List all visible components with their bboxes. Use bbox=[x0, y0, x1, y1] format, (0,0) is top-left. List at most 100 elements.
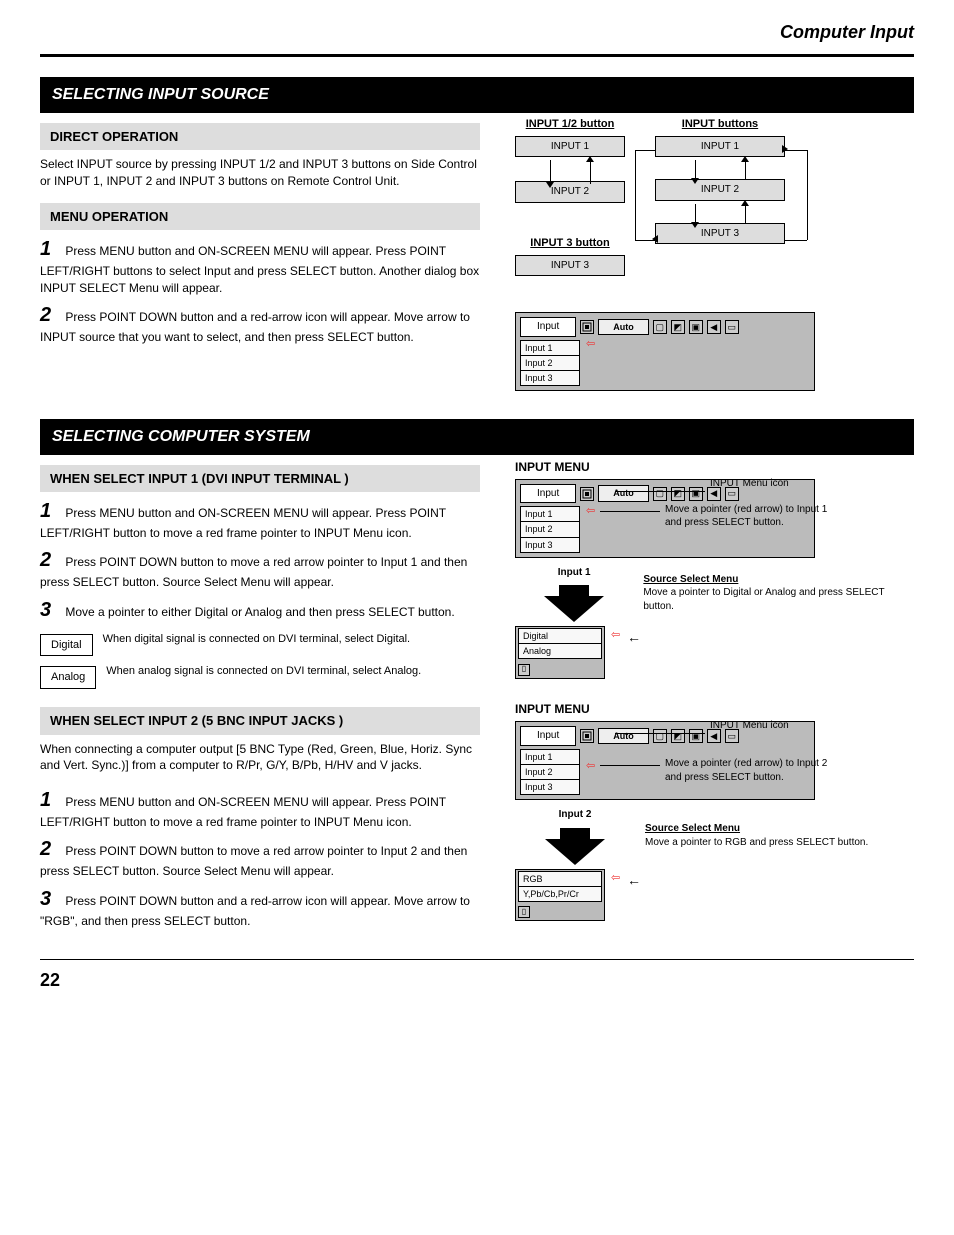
flow-col1-title: INPUT 1/2 button bbox=[515, 117, 625, 132]
sub-menu-operation: MENU OPERATION bbox=[40, 203, 480, 231]
bnc-step-3-num: 3 bbox=[40, 886, 62, 913]
menu-item-input3[interactable]: Input 3 bbox=[520, 370, 580, 386]
dvi-step-2: 2 Press POINT DOWN button to move a red … bbox=[40, 547, 485, 590]
source-digital-callout: Move a pointer to Digital or Analog and … bbox=[643, 586, 914, 613]
callout-move-pointer-input2: Move a pointer (red arrow) to Input 2 an… bbox=[665, 757, 835, 784]
icon-square[interactable]: ▢ bbox=[653, 320, 667, 334]
dvi-icon-adjust[interactable]: ◩ bbox=[671, 487, 685, 501]
bnc-step-1-text: Press MENU button and ON-SCREEN MENU wil… bbox=[40, 795, 446, 829]
direct-operation-body: Select INPUT source by pressing INPUT 1/… bbox=[40, 156, 485, 188]
arrow-caption-input1: Input 1 bbox=[515, 566, 633, 580]
header-rule bbox=[40, 54, 914, 57]
bnc-menu-item-input1[interactable]: Input 1 bbox=[520, 749, 580, 765]
bnc-menu-item-input3[interactable]: Input 3 bbox=[520, 779, 580, 795]
flow2-box-input2: INPUT 2 bbox=[655, 179, 785, 201]
source-select-popup-rgb: RGB Y,Pb/Cb,Pr/Cr ▯ bbox=[515, 869, 605, 922]
bnc-red-arrow-icon: ⇦ bbox=[586, 759, 595, 774]
dvi-icon-info[interactable] bbox=[580, 487, 594, 501]
menu-step-1: 1 Press MENU button and ON-SCREEN MENU w… bbox=[40, 236, 485, 295]
menu-item-input2[interactable]: Input 2 bbox=[520, 355, 580, 371]
bnc-step-2: 2 Press POINT DOWN button to move a red … bbox=[40, 836, 485, 879]
sub-5bnc: WHEN SELECT INPUT 2 (5 BNC INPUT JACKS ) bbox=[40, 707, 480, 735]
analog-box-label: Analog bbox=[40, 666, 96, 689]
bnc-step-2-num: 2 bbox=[40, 836, 62, 863]
dvi-step-3-num: 3 bbox=[40, 597, 62, 624]
dvi-red-arrow-icon: ⇦ bbox=[586, 504, 595, 519]
icon-tool[interactable]: ▣ bbox=[689, 320, 703, 334]
dvi-icon-tool[interactable]: ▣ bbox=[689, 487, 703, 501]
bnc-menu-item-input2[interactable]: Input 2 bbox=[520, 764, 580, 780]
bnc-step-3: 3 Press POINT DOWN button and a red-arro… bbox=[40, 886, 485, 929]
icon-info[interactable] bbox=[580, 320, 594, 334]
callout-input-menu-icon-2: INPUT Menu icon bbox=[710, 719, 850, 733]
flow-box-input3-single: INPUT 3 bbox=[515, 255, 625, 277]
section-selecting-computer-system: SELECTING COMPUTER SYSTEM bbox=[40, 419, 914, 455]
arrow-left-icon-2: ← bbox=[627, 871, 641, 890]
bnc-step-2-text: Press POINT DOWN button to move a red ar… bbox=[40, 844, 467, 878]
arrow-left-icon: ← bbox=[627, 628, 641, 647]
menu-item-input1[interactable]: Input 1 bbox=[520, 340, 580, 356]
bnc-icon-info[interactable] bbox=[580, 729, 594, 743]
flow2-box-input1: INPUT 1 bbox=[655, 136, 785, 158]
bnc-icon-tool[interactable]: ▣ bbox=[689, 729, 703, 743]
flow-box-input2: INPUT 2 bbox=[515, 181, 625, 203]
analog-desc: When analog signal is connected on DVI t… bbox=[106, 664, 421, 679]
red-arrow-digital: ⇦ bbox=[611, 628, 620, 643]
dvi-menu-input-label: Input bbox=[520, 484, 576, 504]
dvi-menu-item-input1[interactable]: Input 1 bbox=[520, 506, 580, 522]
quit-icon[interactable]: ▯ bbox=[518, 664, 530, 676]
page-number: 22 bbox=[40, 970, 60, 990]
dvi-menu-item-input2[interactable]: Input 2 bbox=[520, 521, 580, 537]
footer-rule bbox=[40, 959, 914, 960]
popup-item-ypbcb[interactable]: Y,Pb/Cb,Pr/Cr bbox=[518, 886, 602, 902]
sub-direct-operation: DIRECT OPERATION bbox=[40, 123, 480, 151]
dvi-menu-auto[interactable]: Auto bbox=[598, 485, 649, 501]
bnc-intro: When connecting a computer output [5 BNC… bbox=[40, 741, 485, 773]
input-flow-diagram: INPUT 1/2 button INPUT 1 INPUT 2 INPUT 3… bbox=[515, 117, 914, 298]
popup-item-digital[interactable]: Digital bbox=[518, 628, 602, 644]
input-menu-panel: Input Auto ▢ ◩ ▣ ◀ ▭ Input 1 Input 2 Inp… bbox=[515, 312, 815, 391]
arrow-caption-input2: Input 2 bbox=[515, 808, 635, 822]
flow-col1-foot-title: INPUT 3 button bbox=[515, 236, 625, 251]
digital-desc: When digital signal is connected on DVI … bbox=[103, 632, 411, 647]
source-select-popup-digital: Digital Analog ▯ bbox=[515, 626, 605, 679]
flow-box-input1: INPUT 1 bbox=[515, 136, 625, 158]
page-header-title: Computer Input bbox=[40, 20, 914, 44]
flow2-box-input3: INPUT 3 bbox=[655, 223, 785, 245]
bnc-icon-adjust[interactable]: ◩ bbox=[671, 729, 685, 743]
icon-lang[interactable]: ▭ bbox=[725, 320, 739, 334]
digital-box-label: Digital bbox=[40, 634, 93, 657]
dvi-step-3: 3 Move a pointer to either Digital or An… bbox=[40, 597, 485, 624]
callout-input-menu-icon: INPUT Menu icon bbox=[710, 477, 850, 491]
popup-item-analog[interactable]: Analog bbox=[518, 643, 602, 659]
popup-item-rgb[interactable]: RGB bbox=[518, 871, 602, 887]
step-number-1: 1 bbox=[40, 236, 62, 263]
menu-auto-pill[interactable]: Auto bbox=[598, 319, 649, 335]
quit-icon-2[interactable]: ▯ bbox=[518, 906, 530, 918]
bnc-step-1-num: 1 bbox=[40, 787, 62, 814]
callout-move-pointer-input1: Move a pointer (red arrow) to Input 1 an… bbox=[665, 503, 835, 530]
bnc-menu-input-label: Input bbox=[520, 726, 576, 746]
bnc-menu-auto[interactable]: Auto bbox=[598, 728, 649, 744]
menu-step-2: 2 Press POINT DOWN button and a red-arro… bbox=[40, 302, 485, 345]
bnc-step-3-text: Press POINT DOWN button and a red-arrow … bbox=[40, 894, 470, 928]
input-menu-title-callout-2: INPUT MENU bbox=[515, 701, 914, 717]
sub-dvi: WHEN SELECT INPUT 1 (DVI INPUT TERMINAL … bbox=[40, 465, 480, 493]
red-arrow-icon: ⇦ bbox=[586, 337, 595, 352]
bnc-step-1: 1 Press MENU button and ON-SCREEN MENU w… bbox=[40, 787, 485, 830]
icon-sound[interactable]: ◀ bbox=[707, 320, 721, 334]
dvi-step-2-num: 2 bbox=[40, 547, 62, 574]
dvi-menu-item-input3[interactable]: Input 3 bbox=[520, 537, 580, 553]
source-rgb-callout: Move a pointer to RGB and press SELECT b… bbox=[645, 836, 868, 850]
section-selecting-input-source: SELECTING INPUT SOURCE bbox=[40, 77, 914, 113]
dvi-step-1-text: Press MENU button and ON-SCREEN MENU wil… bbox=[40, 506, 446, 540]
menu-step-2-text: Press POINT DOWN button and a red-arrow … bbox=[40, 310, 470, 344]
big-down-arrow-icon-2 bbox=[545, 839, 605, 865]
dvi-icon-square[interactable]: ▢ bbox=[653, 487, 667, 501]
menu-step-1-text: Press MENU button and ON-SCREEN MENU wil… bbox=[40, 244, 479, 294]
menu-input-label: Input bbox=[520, 317, 576, 337]
big-down-arrow-icon bbox=[544, 596, 604, 622]
input-menu-title-callout: INPUT MENU bbox=[515, 459, 914, 475]
icon-adjust[interactable]: ◩ bbox=[671, 320, 685, 334]
bnc-icon-square[interactable]: ▢ bbox=[653, 729, 667, 743]
